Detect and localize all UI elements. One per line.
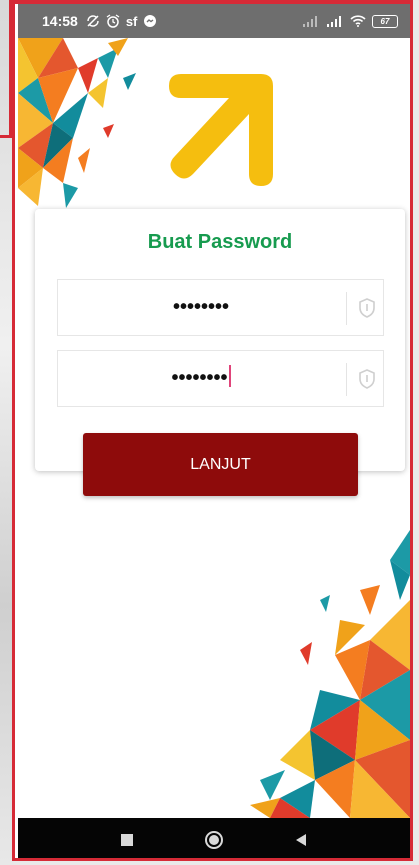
confirm-password-value: •••••••• [171, 367, 228, 389]
sync-off-icon [87, 15, 99, 27]
text-cursor [228, 364, 231, 387]
decorative-shards-top-left [18, 38, 136, 208]
back-icon[interactable] [294, 833, 308, 847]
page-title: Buat Password [147, 231, 293, 253]
field-divider [346, 363, 347, 396]
app-logo [169, 74, 273, 186]
phone-screen: 14:58 sf 67 Buat Password •••••••• •••••… [12, 0, 413, 861]
password-card: Buat Password •••••••• •••••••• [35, 209, 405, 471]
background-edge [0, 0, 12, 138]
wifi-icon [350, 15, 366, 27]
status-time: 14:58 [42, 13, 78, 29]
shield-icon[interactable] [358, 369, 376, 389]
field-divider [346, 292, 347, 325]
confirm-password-field[interactable]: •••••••• [57, 350, 384, 407]
password-field[interactable]: •••••••• [57, 279, 384, 336]
messenger-icon [144, 15, 157, 27]
status-bar: 14:58 sf 67 [18, 4, 410, 38]
signal-icon [327, 16, 341, 27]
lanjut-button[interactable]: LANJUT [83, 433, 358, 496]
alarm-icon [106, 14, 120, 28]
password-value: •••••••• [172, 296, 229, 318]
system-nav-bar [18, 818, 410, 858]
signal-icon [303, 16, 317, 27]
carrier-icon: sf [125, 13, 138, 29]
frame-top-border [12, 0, 413, 4]
decorative-shards-bottom-right [250, 530, 410, 818]
home-icon[interactable] [204, 830, 224, 850]
shield-icon[interactable] [358, 298, 376, 318]
recent-apps-icon[interactable] [120, 833, 134, 847]
battery-icon: 67 [372, 14, 398, 28]
